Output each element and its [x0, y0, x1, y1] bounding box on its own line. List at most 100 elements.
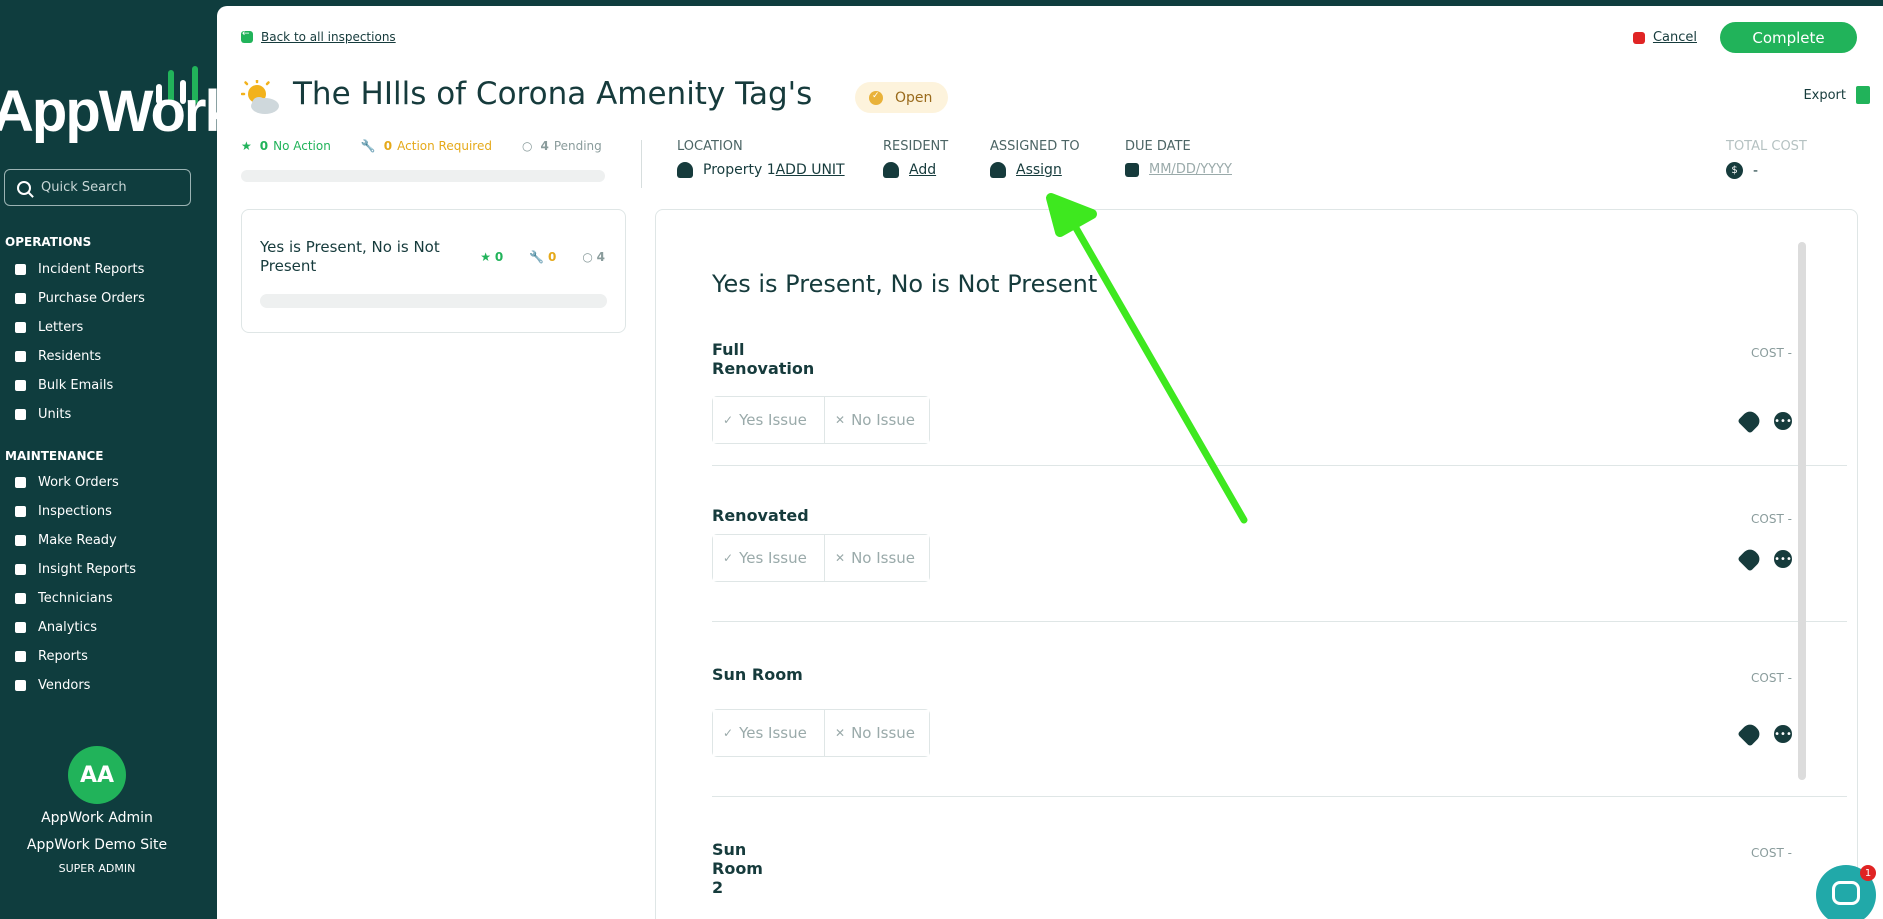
sidebar-item-residents[interactable]: Residents [15, 346, 101, 366]
sidebar-item-make-ready[interactable]: Make Ready [15, 530, 117, 550]
home-icon [15, 408, 26, 420]
total-cost-field: TOTAL COST $ - [1726, 139, 1807, 179]
stat-no-action: ★ 0 No Action [241, 139, 331, 153]
user-site: AppWork Demo Site [26, 837, 168, 853]
inspection-progress-bar [241, 170, 605, 182]
quick-search[interactable] [4, 169, 191, 206]
user-icon [990, 162, 1006, 178]
tag-icon[interactable] [1737, 721, 1763, 747]
add-resident-link[interactable]: Add [909, 162, 936, 178]
stat-action-required: 🔧 0 Action Required [360, 139, 492, 153]
no-issue-button[interactable]: ✕ No Issue [825, 710, 929, 756]
wrench-icon: 🔧 [360, 139, 376, 153]
comment-icon[interactable]: ••• [1774, 725, 1792, 743]
check-icon: ✓ [723, 726, 734, 740]
calendar-icon [1125, 162, 1139, 177]
assign-link[interactable]: Assign [1016, 162, 1062, 178]
due-date-input[interactable]: MM/DD/YYYY [1149, 162, 1232, 177]
maintenance-section-title: MAINTENANCE [5, 449, 104, 463]
file-icon [15, 321, 26, 333]
item-name: Renovated [712, 506, 809, 525]
comment-icon[interactable]: ••• [1774, 550, 1792, 568]
sidebar-item-inspections[interactable]: Inspections [15, 501, 112, 521]
sidebar-item-insight-reports[interactable]: Insight Reports [15, 559, 136, 579]
appwork-logo[interactable]: AppWork [0, 48, 237, 144]
sidebar-item-purchase-orders[interactable]: Purchase Orders [15, 288, 145, 308]
yes-no-toggle: ✓ Yes Issue ✕ No Issue [712, 709, 930, 757]
complete-button[interactable]: Complete [1720, 22, 1857, 53]
item-cost: COST - [1751, 512, 1792, 526]
add-unit-link[interactable]: ADD UNIT [776, 162, 845, 178]
sidebar-item-reports[interactable]: Reports [15, 646, 88, 666]
panel-title: Yes is Present, No is Not Present [712, 270, 1098, 298]
check-icon: ✓ [723, 413, 734, 427]
sidebar-item-work-orders[interactable]: Work Orders [15, 472, 119, 492]
tag-icon[interactable] [1737, 546, 1763, 572]
operations-section-title: OPERATIONS [5, 235, 92, 249]
sidebar-item-vendors[interactable]: Vendors [15, 675, 90, 695]
user-name: AppWork Admin [41, 810, 153, 826]
hard-hat-icon [15, 592, 26, 604]
status-badge: Open [855, 82, 949, 113]
chat-widget[interactable]: 1 [1816, 865, 1876, 919]
yes-issue-button[interactable]: ✓ Yes Issue [713, 397, 825, 443]
item-divider [712, 465, 1847, 466]
page-title: The HIlls of Corona Amenity Tag's [293, 76, 813, 112]
sidebar-item-analytics[interactable]: Analytics [15, 617, 97, 637]
item-actions: ••• [1726, 408, 1792, 434]
yes-no-toggle: ✓ Yes Issue ✕ No Issue [712, 534, 930, 582]
yes-no-toggle: ✓ Yes Issue ✕ No Issue [712, 396, 930, 444]
item-name: Sun Room 2 [712, 840, 763, 897]
no-issue-button[interactable]: ✕ No Issue [825, 397, 929, 443]
partly-cloudy-icon [241, 80, 279, 114]
inspection-item: Sun Room COST - ✓ Yes Issue ✕ No Issue ••• [712, 665, 1792, 757]
quick-search-input[interactable] [41, 180, 181, 195]
inspection-item: Sun Room 2 COST - [712, 840, 1792, 897]
comment-icon[interactable]: ••• [1774, 412, 1792, 430]
inspection-item: Full Renovation COST - ✓ Yes Issue ✕ No Is… [712, 340, 1792, 444]
due-date-field: DUE DATE MM/DD/YYYY [1125, 139, 1232, 177]
assigned-to-field: ASSIGNED TO Assign [990, 139, 1080, 178]
document-icon [15, 650, 26, 662]
chat-bubble-icon [1832, 881, 1860, 905]
sidebar-item-letters[interactable]: Letters [15, 317, 83, 337]
cancel-icon [1632, 31, 1645, 44]
sidebar-item-incident-reports[interactable]: Incident Reports [15, 259, 144, 279]
star-icon: ★ [241, 139, 252, 153]
item-actions: ••• [1726, 546, 1792, 572]
chart-icon [15, 621, 26, 633]
user-icon [15, 679, 26, 691]
yes-issue-button[interactable]: ✓ Yes Issue [713, 710, 825, 756]
section-card[interactable]: Yes is Present, No is Not Present ★ 0 🔧 … [241, 209, 626, 333]
tag-icon[interactable] [1737, 408, 1763, 434]
dollar-icon: $ [1726, 162, 1743, 179]
no-issue-button[interactable]: ✕ No Issue [825, 535, 929, 581]
scrollbar[interactable] [1798, 242, 1806, 780]
yes-issue-button[interactable]: ✓ Yes Issue [713, 535, 825, 581]
item-cost: COST - [1751, 346, 1792, 360]
x-icon: ✕ [835, 551, 846, 565]
back-link[interactable]: Back to all inspections [241, 29, 396, 44]
resident-field: RESIDENT Add [883, 139, 949, 178]
logo-text: AppWork [0, 79, 237, 144]
sidebar-item-units[interactable]: Units [15, 404, 71, 424]
avatar[interactable]: AA [68, 746, 126, 804]
section-name: Yes is Present, No is Not Present [260, 238, 440, 275]
notification-badge: 1 [1860, 865, 1876, 881]
export-button[interactable]: Export [1803, 86, 1870, 104]
item-cost: COST - [1751, 846, 1792, 860]
report-icon [15, 563, 26, 575]
x-icon: ✕ [835, 413, 846, 427]
sidebar-item-bulk-emails[interactable]: Bulk Emails [15, 375, 113, 395]
location-field: LOCATION Property 1 ADD UNIT [677, 139, 845, 178]
item-actions: ••• [1726, 721, 1792, 747]
user-icon [883, 162, 899, 178]
paint-bucket-icon [15, 534, 26, 546]
download-icon [1856, 86, 1870, 104]
sidebar-item-technicians[interactable]: Technicians [15, 588, 113, 608]
hammer-icon [15, 476, 26, 488]
cancel-link[interactable]: Cancel [1632, 30, 1697, 45]
item-name: Sun Room [712, 665, 803, 684]
inspection-item: Renovated COST - ✓ Yes Issue ✕ No Issue ••… [712, 506, 1792, 582]
inspection-stats: ★ 0 No Action 🔧 0 Action Required ○ 4 Pending [241, 139, 632, 153]
